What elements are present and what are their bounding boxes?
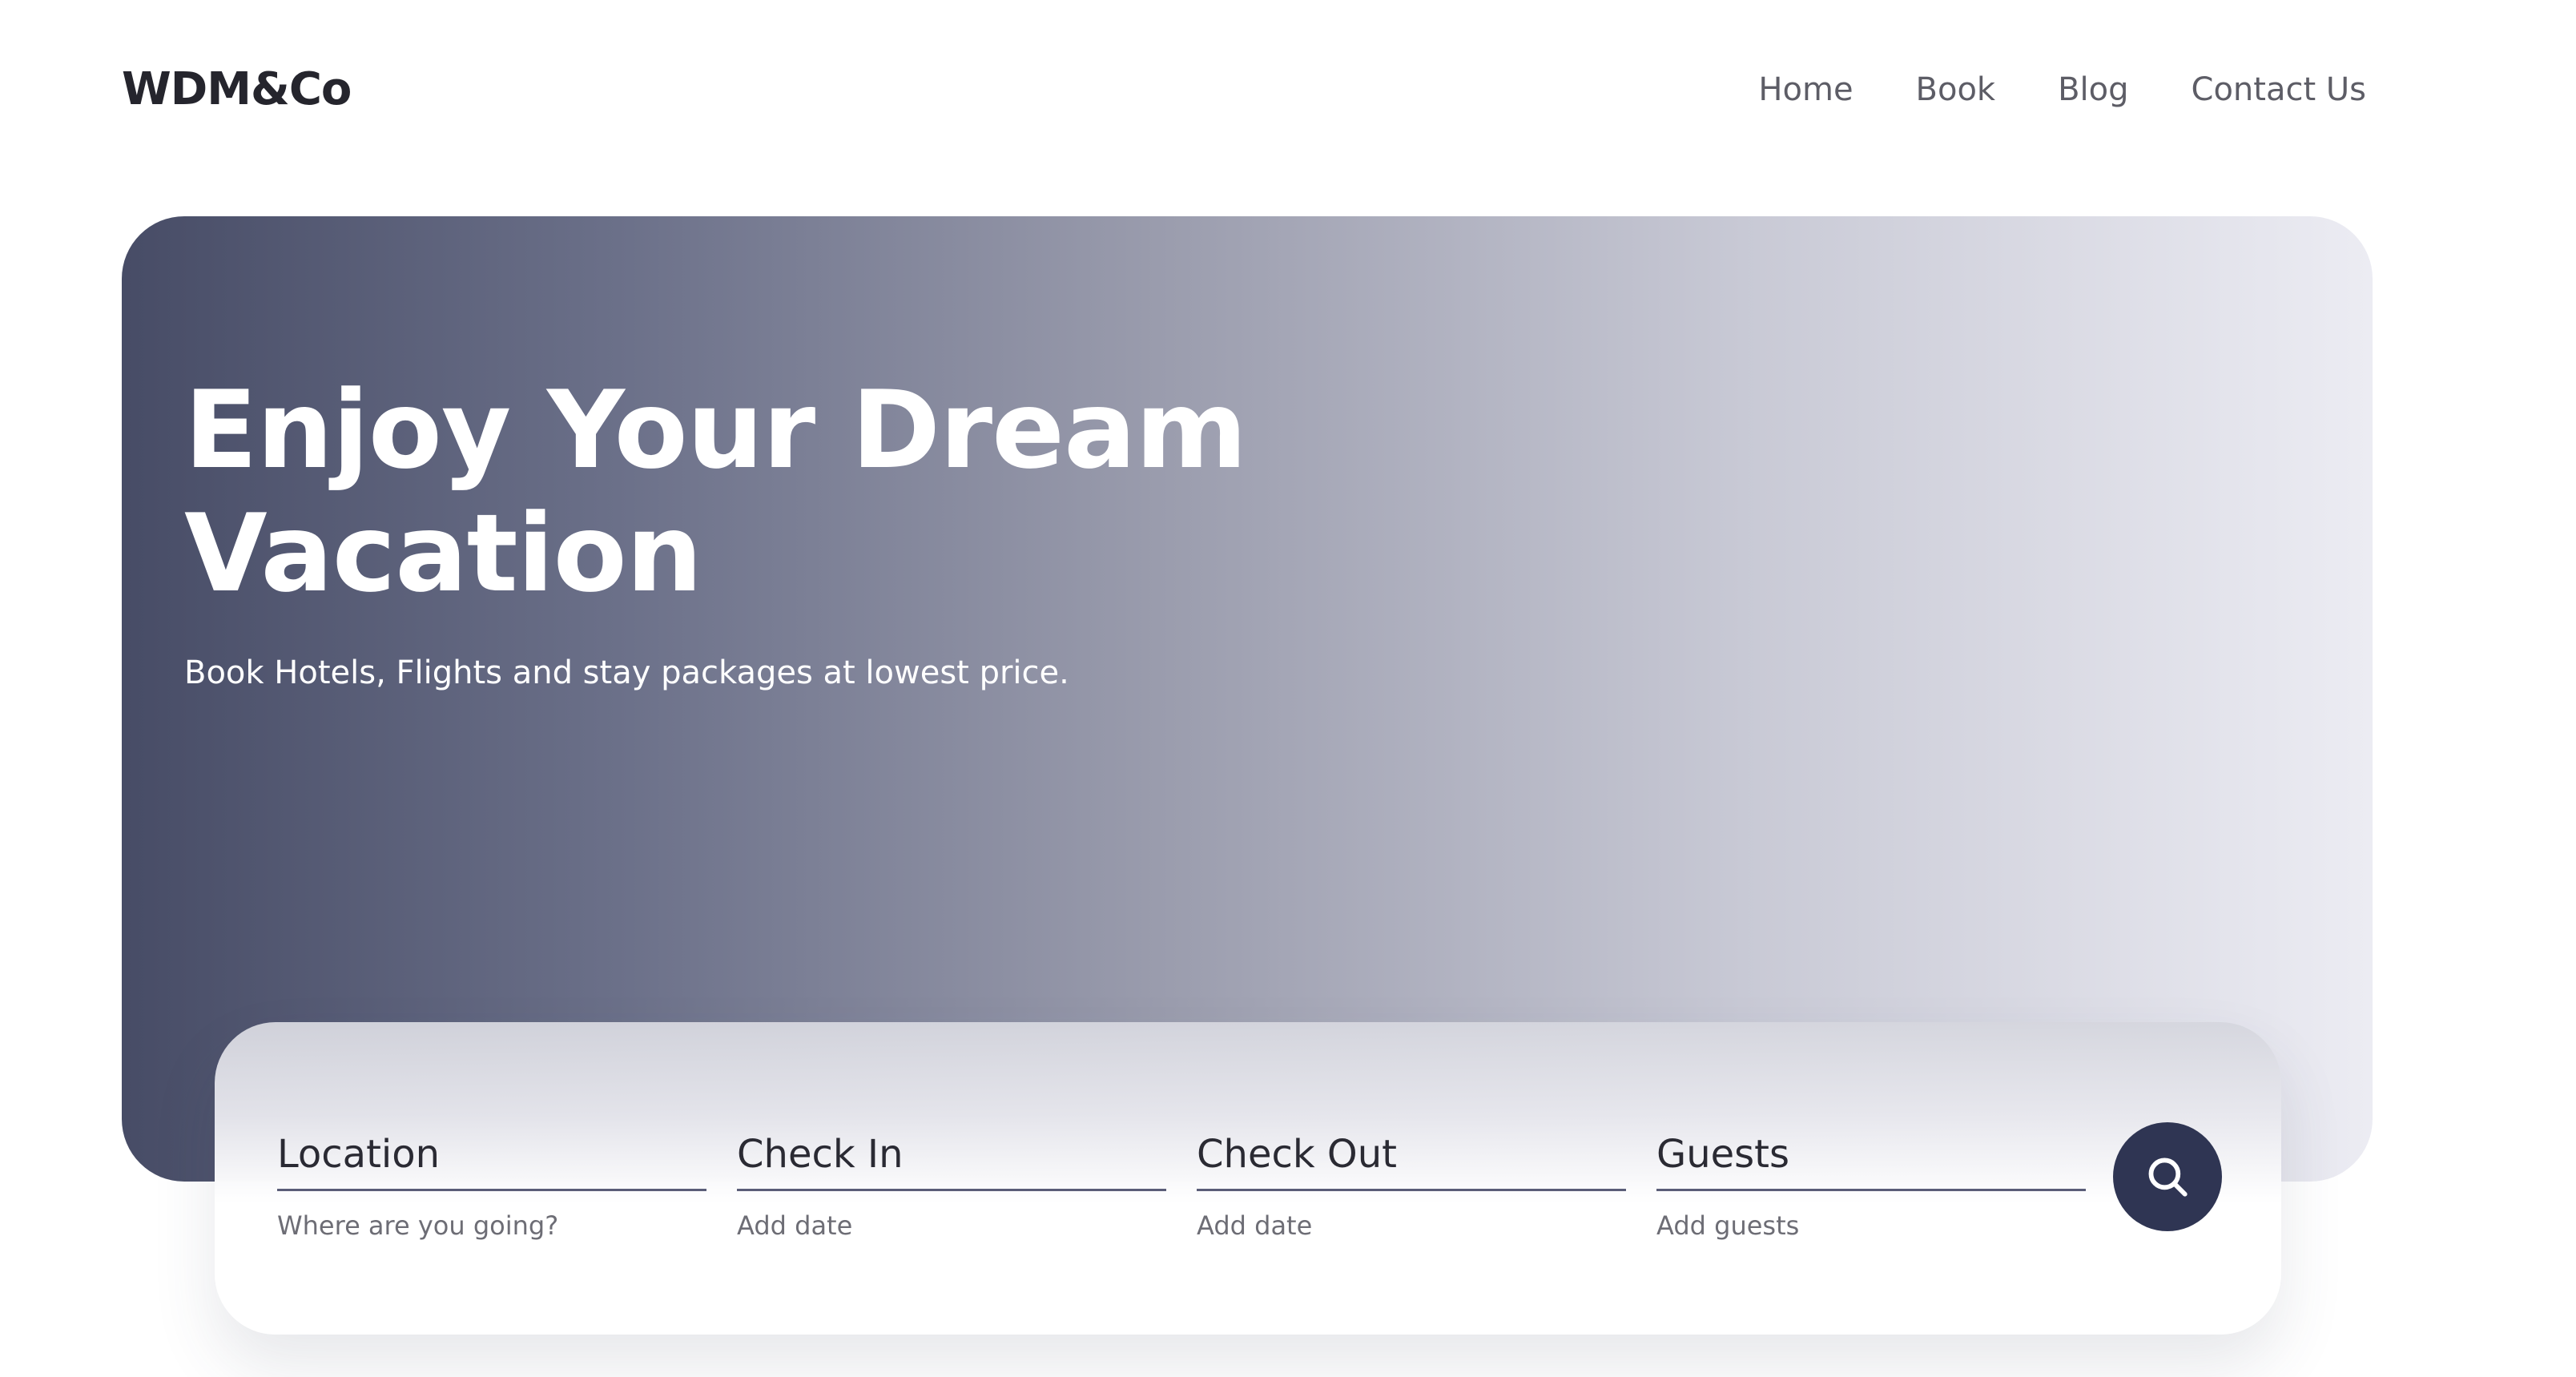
nav-book-link[interactable]: Book	[1916, 62, 1996, 117]
guests-field: Guests	[1656, 1126, 2086, 1246]
main-nav: Home Book Blog Contact Us	[1758, 62, 2366, 117]
hero-subtitle: Book Hotels, Flights and stay packages a…	[184, 654, 1069, 691]
check-in-field: Check In	[737, 1126, 1166, 1246]
location-underline	[277, 1189, 706, 1191]
check-out-underline	[1197, 1189, 1626, 1191]
guests-label: Guests	[1656, 1132, 1789, 1177]
check-out-label: Check Out	[1197, 1132, 1397, 1177]
guests-underline	[1656, 1189, 2086, 1191]
brand-logo[interactable]: WDM&Co	[122, 58, 352, 122]
nav-blog-link[interactable]: Blog	[2058, 62, 2128, 117]
location-input[interactable]	[277, 1206, 706, 1246]
check-out-field: Check Out	[1197, 1126, 1626, 1246]
hero-title: Enjoy Your Dream Vacation	[184, 368, 1466, 615]
nav-home-link[interactable]: Home	[1758, 62, 1853, 117]
check-in-underline	[737, 1189, 1166, 1191]
nav-contact-us-link[interactable]: Contact Us	[2192, 62, 2366, 117]
search-card: Location Check In Check Out Guests	[215, 1022, 2281, 1335]
hero-title-line-2: Vacation	[184, 491, 702, 616]
guests-input[interactable]	[1656, 1206, 2086, 1246]
location-label: Location	[277, 1132, 441, 1177]
check-in-input[interactable]	[737, 1206, 1166, 1246]
search-icon	[2144, 1154, 2191, 1200]
check-in-label: Check In	[737, 1132, 904, 1177]
check-out-input[interactable]	[1197, 1206, 1626, 1246]
location-field: Location	[277, 1126, 706, 1246]
search-button[interactable]	[2113, 1122, 2222, 1231]
hero-title-line-1: Enjoy Your Dream	[184, 368, 1247, 493]
